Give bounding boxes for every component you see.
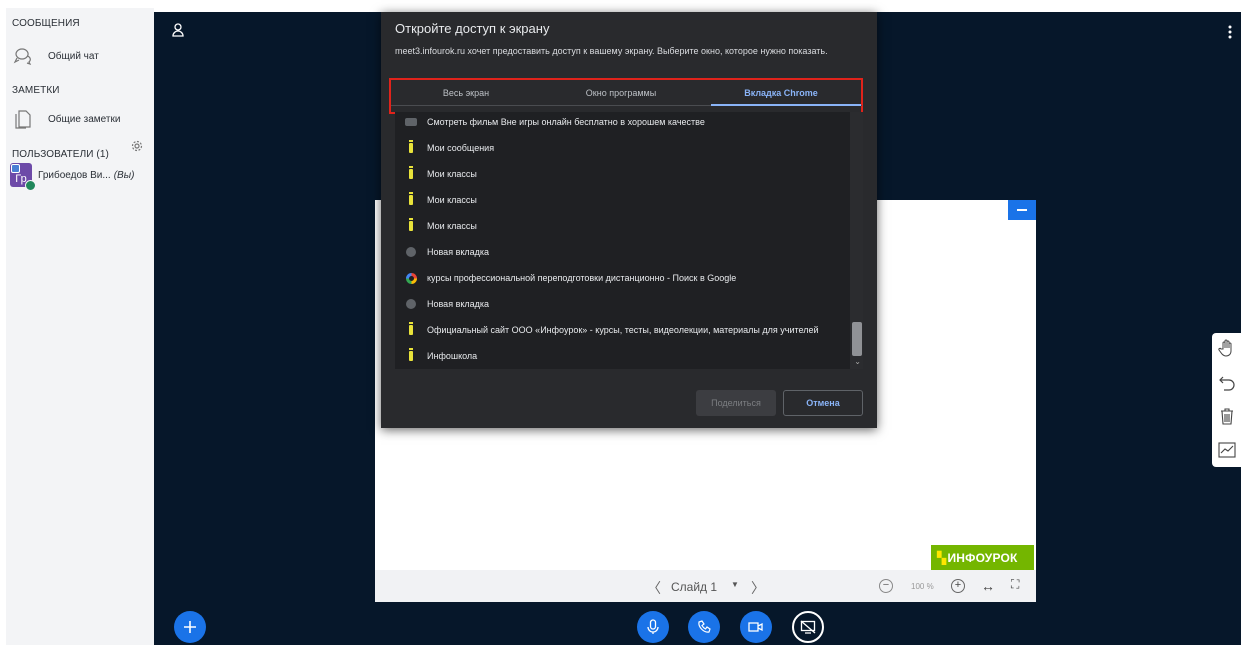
zoom-out-button[interactable]: − [879,579,893,593]
fullscreen-button[interactable]: ⛶ [1011,577,1019,592]
multi-user-whiteboard-icon[interactable] [1216,439,1238,461]
avatar: Гр [10,163,36,191]
list-item[interactable]: Смотреть фильм Вне игры онлайн бесплатно… [395,112,850,135]
user-list-item[interactable]: Гр Грибоедов Ви... (Вы) [10,163,135,191]
list-item[interactable]: Мои классы [395,161,850,187]
trash-icon[interactable] [1216,405,1238,427]
list-item-label: Мои классы [427,169,477,179]
infourok-icon [405,218,417,232]
infourok-icon [405,322,417,336]
user-list-toggle-icon[interactable] [170,22,186,38]
dialog-description: meet3.infourok.ru хочет предоставить дос… [395,46,828,56]
list-item[interactable]: Мои сообщения [395,135,850,161]
screen-share-button[interactable] [792,611,824,643]
list-item[interactable]: Официальный сайт ООО «Инфоурок» - курсы,… [395,317,850,343]
list-item-label: курсы профессиональной переподготовки ди… [427,273,737,283]
presentation-toolbar: 〈 Слайд 1 ▼ 〉 − 100 % + ↔ ⛶ [375,570,1036,602]
shared-notes-label: Общие заметки [48,113,121,125]
list-item[interactable]: Мои классы [395,213,850,239]
you-label: (Вы) [113,169,135,181]
chrome-tab-list: Смотреть фильм Вне игры онлайн бесплатно… [395,112,863,369]
users-section-title: ПОЛЬЗОВАТЕЛИ (1) [12,149,109,160]
list-item[interactable]: Новая вкладка [395,291,850,317]
plus-icon [184,621,196,633]
options-menu-icon[interactable] [1226,24,1234,40]
list-scrollbar[interactable]: ⌄ [850,112,863,369]
list-item-label: Новая вкладка [427,299,490,309]
list-item-label: Смотреть фильм Вне игры онлайн бесплатно… [427,117,705,127]
fit-width-button[interactable]: ↔ [981,578,995,594]
list-item-label: Инфошкола [427,351,478,361]
audio-status-icon [25,180,36,191]
zoom-level: 100 % [911,582,934,591]
scroll-down-icon[interactable]: ⌄ [854,357,861,366]
audio-button[interactable] [688,611,720,643]
presenter-icon [11,164,20,173]
screen-share-dialog: Откройте доступ к экрану meet3.infourok.… [381,12,877,428]
chat-icon [12,46,34,66]
logo-text: ИНФОУРОК [947,550,1018,565]
list-item-label: Мои классы [427,195,477,205]
microphone-button[interactable] [637,611,669,643]
share-button[interactable]: Поделиться [696,390,776,416]
public-chat-label: Общий чат [48,50,99,62]
list-item-label: Мои сообщения [427,143,495,153]
gear-icon[interactable] [130,139,144,153]
sidebar: СООБЩЕНИЯ Общий чат ЗАМЕТКИ Общие заметк… [6,8,154,645]
video-button[interactable] [740,611,772,643]
list-item-label: Новая вкладка [427,247,490,257]
infourok-logo: ▚ ИНФОУРОК [931,545,1034,570]
shared-notes-item[interactable]: Общие заметки [12,109,120,129]
list-item[interactable]: Мои классы [395,187,850,213]
hand-tool-icon[interactable] [1216,337,1238,359]
infourok-icon [405,348,417,362]
minimize-presentation-button[interactable] [1008,200,1036,220]
infourok-icon [405,166,417,180]
phone-icon [698,620,711,633]
zoom-in-button[interactable]: + [951,579,965,593]
previous-slide-button[interactable]: 〈 [647,578,661,598]
public-chat-item[interactable]: Общий чат [12,46,99,66]
user-name: Грибоедов Ви... [38,169,111,181]
next-slide-button[interactable]: 〉 [751,578,765,598]
infourok-icon [405,192,417,206]
globe-icon [405,246,417,258]
actions-button[interactable] [174,611,206,643]
screen-share-icon [800,620,816,634]
tab-entire-screen[interactable]: Весь экран [391,88,541,98]
undo-icon[interactable] [1216,371,1238,393]
list-item-label: Официальный сайт ООО «Инфоурок» - курсы,… [427,325,819,335]
list-item[interactable]: курсы профессиональной переподготовки ди… [395,265,850,291]
document-icon [12,109,34,129]
source-tabs: Весь экран Окно программы Вкладка Chrome [391,82,862,110]
chevron-down-icon[interactable]: ▼ [731,580,739,589]
list-item[interactable]: Инфошкола [395,343,850,369]
notes-section-title: ЗАМЕТКИ [12,85,60,96]
messages-section-title: СООБЩЕНИЯ [12,18,80,29]
globe-icon [405,298,417,310]
active-tab-indicator [711,104,861,106]
microphone-icon [647,619,659,634]
infourok-icon [405,140,417,154]
tab-application-window[interactable]: Окно программы [546,88,696,98]
film-icon [405,116,417,128]
list-item-label: Мои классы [427,221,477,231]
tab-chrome-tab[interactable]: Вкладка Chrome [701,88,861,98]
logo-mark-icon: ▚ [937,550,947,565]
minus-icon [1017,209,1027,211]
slide-selector[interactable]: Слайд 1 [671,580,717,594]
camera-icon [748,622,763,632]
whiteboard-toolbar [1212,333,1241,467]
dialog-title: Откройте доступ к экрану [395,21,550,36]
list-item[interactable]: Новая вкладка [395,239,850,265]
google-icon [405,272,417,284]
cancel-button[interactable]: Отмена [783,390,863,416]
scrollbar-thumb[interactable] [852,322,862,356]
